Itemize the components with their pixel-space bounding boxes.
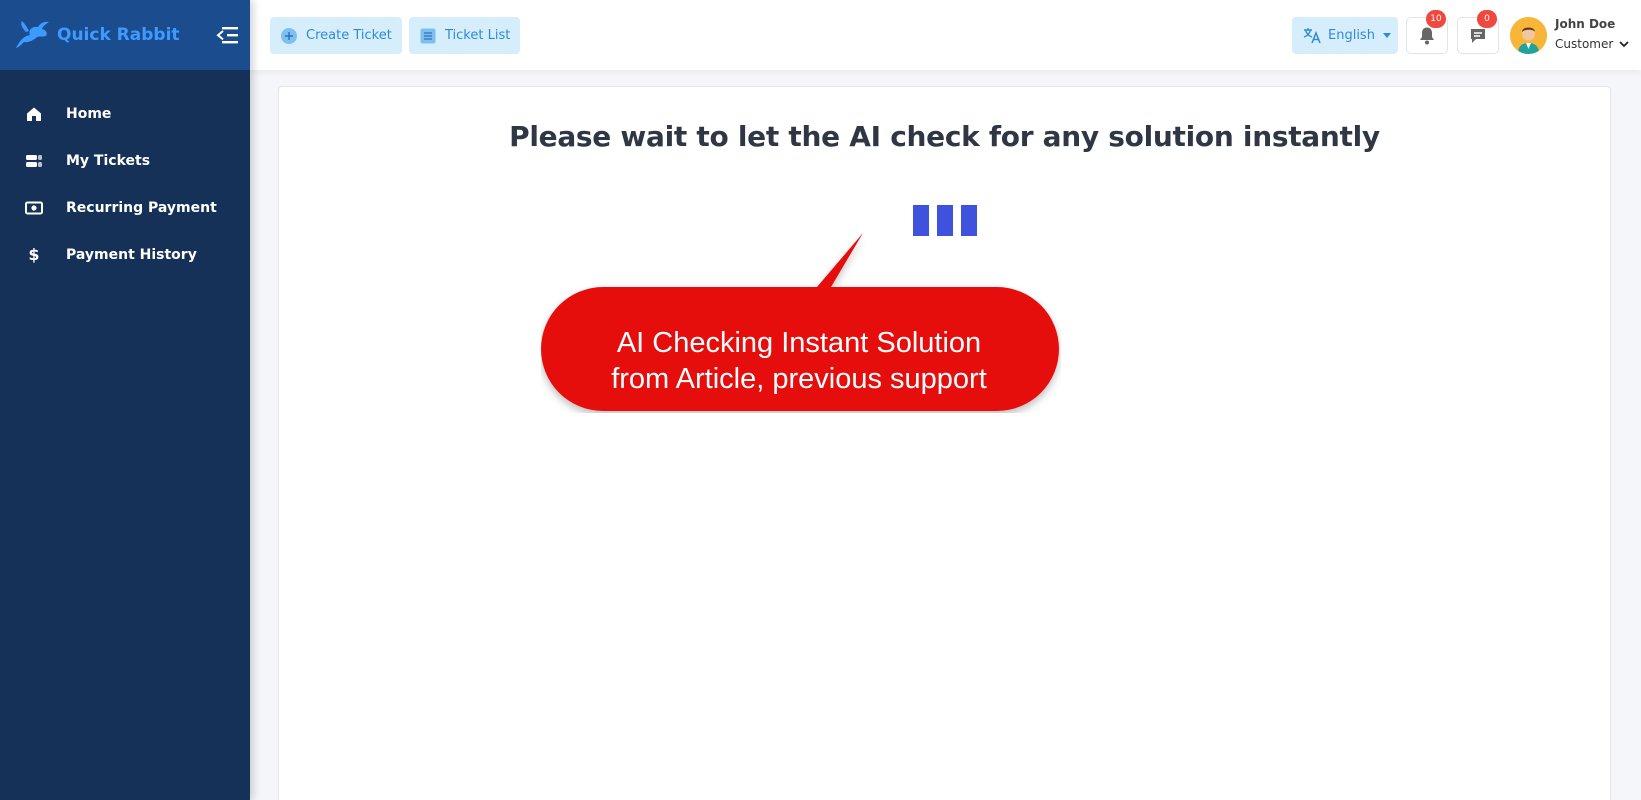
plus-circle-icon xyxy=(281,27,297,44)
sidebar-item-label: Home xyxy=(66,105,112,122)
ticket-list-label: Ticket List xyxy=(445,28,511,43)
sidebar-item-label: My Tickets xyxy=(66,152,151,169)
ai-check-card: Please wait to let the AI check for any … xyxy=(278,86,1611,800)
money-icon xyxy=(25,199,43,217)
ticket-list-button[interactable]: Ticket List xyxy=(409,17,521,54)
user-role-label: Customer xyxy=(1555,37,1614,51)
callout-text: AI Checking Instant Solution from Articl… xyxy=(541,325,1057,397)
avatar[interactable] xyxy=(1510,17,1547,54)
sidebar-item-payment-history[interactable]: $ Payment History xyxy=(0,231,250,278)
callout-line: AI Checking Instant Solution xyxy=(616,327,982,359)
sidebar-nav: Home My Tickets Recurring Payment $ Paym… xyxy=(0,90,250,278)
sidebar-header: Quick Rabbit xyxy=(0,0,250,70)
home-icon xyxy=(25,105,43,123)
loader-bar xyxy=(913,205,929,236)
chevron-down-icon xyxy=(1619,40,1629,47)
loading-indicator xyxy=(913,205,977,236)
messages-button[interactable]: 0 xyxy=(1457,10,1499,54)
translate-icon xyxy=(1303,28,1321,44)
chevron-down-icon xyxy=(1382,33,1391,38)
collapse-sidebar-icon[interactable] xyxy=(216,25,238,45)
loader-bar xyxy=(961,205,977,236)
rabbit-logo-icon xyxy=(16,21,49,48)
list-icon xyxy=(420,28,436,43)
dollar-icon: $ xyxy=(28,245,40,264)
language-selector[interactable]: English xyxy=(1292,17,1398,54)
language-label: English xyxy=(1328,28,1375,43)
create-ticket-label: Create Ticket xyxy=(306,28,392,43)
topbar: Create Ticket Ticket List English 10 0 J… xyxy=(250,0,1641,70)
create-ticket-button[interactable]: Create Ticket xyxy=(270,17,402,54)
chat-icon xyxy=(1471,28,1485,43)
sidebar-item-label: Payment History xyxy=(66,246,197,263)
notifications-badge: 10 xyxy=(1426,10,1446,28)
tickets-icon xyxy=(25,152,43,170)
sidebar-item-recurring-payment[interactable]: Recurring Payment xyxy=(0,184,250,231)
notifications-button[interactable]: 10 xyxy=(1406,10,1448,54)
brand-name: Quick Rabbit xyxy=(57,25,180,45)
callout-line: from Article, previous support xyxy=(611,363,987,395)
page-title: Please wait to let the AI check for any … xyxy=(509,120,1380,153)
user-role-dropdown[interactable]: Customer xyxy=(1555,37,1629,51)
sidebar: Quick Rabbit Home My Tickets Recurring P… xyxy=(0,0,250,800)
loader-bar xyxy=(937,205,953,236)
user-name: John Doe xyxy=(1555,17,1616,31)
sidebar-item-home[interactable]: Home xyxy=(0,90,250,137)
user-avatar-icon xyxy=(1510,17,1547,54)
sidebar-item-my-tickets[interactable]: My Tickets xyxy=(0,137,250,184)
bell-icon xyxy=(1420,27,1434,45)
sidebar-item-label: Recurring Payment xyxy=(66,199,217,216)
messages-badge: 0 xyxy=(1477,10,1497,28)
